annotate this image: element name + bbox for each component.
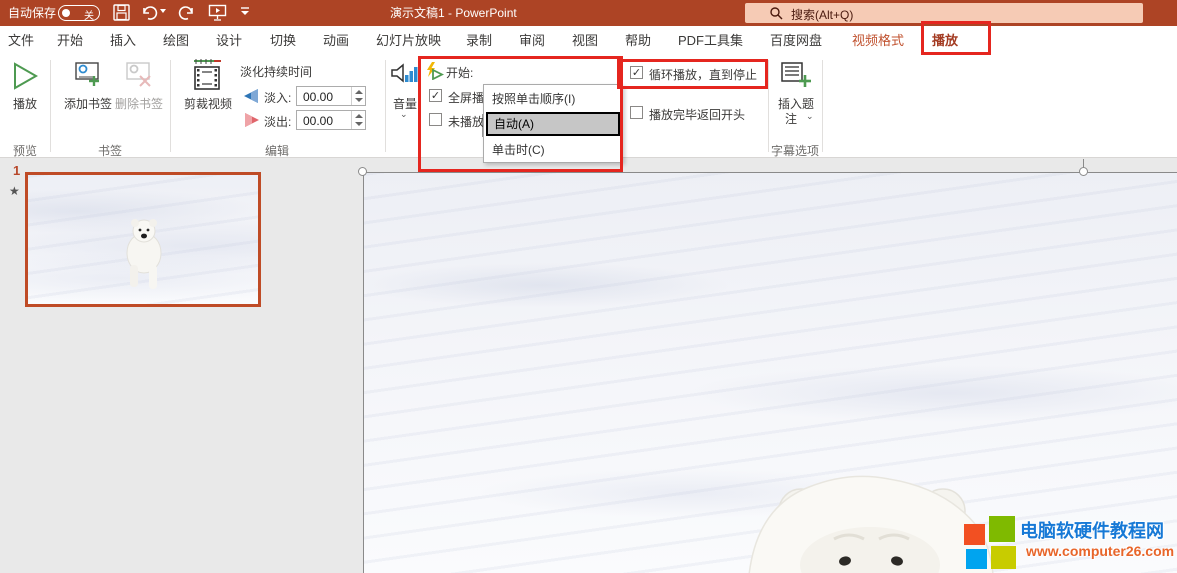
loop-checkbox[interactable]: ✓ <box>630 66 643 79</box>
preview-group-label: 预览 <box>2 142 48 159</box>
rewind-checkbox-label[interactable]: 播放完毕返回开头 <box>649 106 745 123</box>
spin-down-icon[interactable] <box>355 122 363 126</box>
ribbon-tab-row: 文件 开始 插入 绘图 设计 切换 动画 幻灯片放映 录制 审阅 视图 帮助 P… <box>0 26 1177 55</box>
tab-home[interactable]: 开始 <box>57 26 83 55</box>
start-label: 开始: <box>446 64 473 81</box>
video-object[interactable]: 电脑软硬件教程网 www.computer26.com <box>363 172 1177 573</box>
spin-down-icon[interactable] <box>355 98 363 102</box>
selection-handle-top-left[interactable] <box>358 167 367 176</box>
trim-video-icon <box>190 58 226 97</box>
undo-icon[interactable] <box>140 4 158 26</box>
tab-transitions[interactable]: 切换 <box>270 26 296 55</box>
tab-help[interactable]: 帮助 <box>625 26 651 55</box>
group-separator <box>822 60 823 152</box>
check-icon: ✓ <box>431 90 440 102</box>
search-placeholder: 搜索(Alt+Q) <box>791 6 853 23</box>
remove-bookmark-icon <box>125 61 155 94</box>
fullscreen-checkbox[interactable]: ✓ <box>429 89 442 102</box>
tab-view[interactable]: 视图 <box>572 26 598 55</box>
insert-caption-button-line2[interactable]: 注 <box>771 110 811 127</box>
fade-out-value: 00.00 <box>303 114 333 128</box>
fade-out-icon <box>243 112 260 133</box>
redo-icon[interactable] <box>178 4 196 26</box>
slide-number: 1 <box>13 163 20 178</box>
fade-in-spinner[interactable]: 00.00 <box>296 86 366 106</box>
preview-play-button[interactable]: 播放 <box>2 95 48 112</box>
bookmarks-group-label: 书签 <box>80 142 140 159</box>
polar-bear-thumbnail-image <box>116 213 172 291</box>
dropdown-item-when-clicked[interactable]: 单击时(C) <box>484 138 624 162</box>
slide-thumbnail[interactable] <box>25 172 261 307</box>
tab-file[interactable]: 文件 <box>8 26 34 55</box>
group-separator <box>170 60 171 152</box>
watermark-site-url: www.computer26.com <box>1026 543 1174 559</box>
tab-pdf-tools[interactable]: PDF工具集 <box>678 26 743 55</box>
fade-out-spinner[interactable]: 00.00 <box>296 110 366 130</box>
tab-design[interactable]: 设计 <box>216 26 242 55</box>
slideshow-icon[interactable] <box>208 4 227 26</box>
watermark-site-name: 电脑软硬件教程网 <box>1020 517 1164 543</box>
fade-out-spin-buttons[interactable] <box>351 111 365 129</box>
volume-dropdown-icon[interactable]: ⌄ <box>400 109 408 120</box>
save-icon[interactable] <box>113 4 130 26</box>
search-icon <box>769 6 783 25</box>
tab-playback[interactable]: 播放 <box>932 26 958 55</box>
title-bar: 自动保存 关 演示文稿1 - PowerPoint 搜索(Alt+Q) <box>0 0 1177 26</box>
animation-star-icon: ★ <box>9 184 20 198</box>
fade-in-value: 00.00 <box>303 90 333 104</box>
tab-animations[interactable]: 动画 <box>323 26 349 55</box>
caption-dropdown-icon[interactable]: ⌄ <box>806 111 814 122</box>
tab-record[interactable]: 录制 <box>466 26 492 55</box>
captions-group-label: 字幕选项 <box>766 142 824 159</box>
watermark: 电脑软硬件教程网 www.computer26.com <box>964 515 1177 571</box>
group-separator <box>50 60 51 152</box>
hide-checkbox-label[interactable]: 未播放 <box>448 113 484 130</box>
check-icon: ✓ <box>632 67 641 79</box>
add-bookmark-icon <box>74 61 104 94</box>
autosave-label: 自动保存 <box>8 0 56 26</box>
start-dropdown-list: 按照单击顺序(I) 自动(A) 单击时(C) <box>483 84 623 163</box>
autosave-state: 关 <box>84 7 94 22</box>
undo-dropdown-icon[interactable] <box>160 9 166 13</box>
tab-video-format[interactable]: 视频格式 <box>852 26 904 55</box>
start-option-icon <box>424 62 444 85</box>
spin-up-icon[interactable] <box>355 114 363 118</box>
window-title: 演示文稿1 - PowerPoint <box>390 0 517 26</box>
tab-draw[interactable]: 绘图 <box>163 26 189 55</box>
add-bookmark-button[interactable]: 添加书签 <box>60 95 116 112</box>
tab-review[interactable]: 审阅 <box>519 26 545 55</box>
preview-play-icon <box>11 61 39 96</box>
trim-video-button[interactable]: 剪裁视频 <box>180 95 236 112</box>
fade-in-icon <box>243 88 260 109</box>
fade-out-label: 淡出: <box>264 113 291 130</box>
group-separator <box>768 60 769 152</box>
hide-while-not-playing-checkbox[interactable] <box>429 113 442 126</box>
watermark-logo-icon <box>964 515 1016 569</box>
volume-icon <box>390 61 418 92</box>
polar-bear-image <box>739 469 1001 573</box>
rewind-checkbox[interactable] <box>630 106 643 119</box>
loop-checkbox-label[interactable]: 循环播放，直到停止 <box>649 66 757 83</box>
remove-bookmark-button[interactable]: 删除书签 <box>111 95 167 112</box>
qat-customize-icon[interactable] <box>240 5 250 24</box>
tab-baidu-netdisk[interactable]: 百度网盘 <box>770 26 822 55</box>
fade-in-spin-buttons[interactable] <box>351 87 365 105</box>
editing-group-label: 编辑 <box>247 142 307 159</box>
insert-caption-icon <box>780 61 812 94</box>
selection-handle-top-middle[interactable] <box>1079 167 1088 176</box>
tab-insert[interactable]: 插入 <box>110 26 136 55</box>
fade-duration-label: 淡化持续时间 <box>240 63 312 80</box>
autosave-toggle[interactable]: 关 <box>58 5 100 21</box>
fullscreen-checkbox-label[interactable]: 全屏播 <box>448 89 484 106</box>
dropdown-item-automatically[interactable]: 自动(A) <box>486 112 620 136</box>
tab-slideshow[interactable]: 幻灯片放映 <box>376 26 441 55</box>
dropdown-item-in-click-sequence[interactable]: 按照单击顺序(I) <box>484 87 624 111</box>
spin-up-icon[interactable] <box>355 90 363 94</box>
slides-panel: 1 ★ <box>0 158 362 573</box>
toggle-dot-icon <box>62 9 70 17</box>
search-input[interactable]: 搜索(Alt+Q) <box>745 3 1143 23</box>
fade-in-label: 淡入: <box>264 89 291 106</box>
